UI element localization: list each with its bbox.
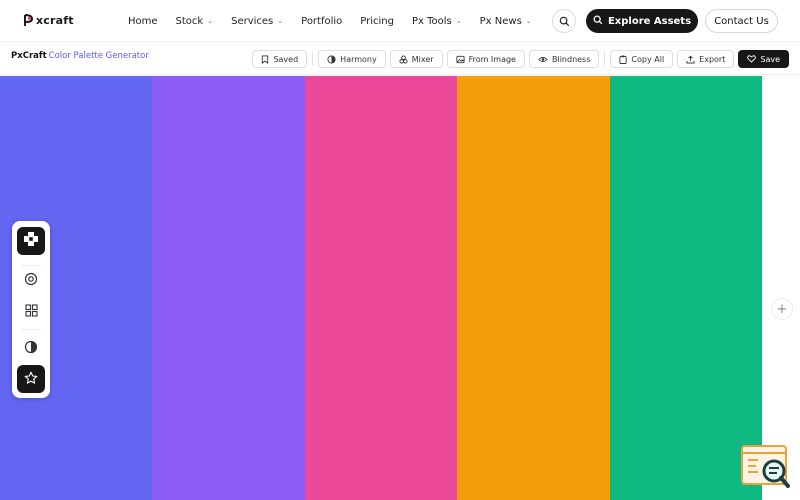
contrast-icon bbox=[24, 339, 38, 358]
chevron-down-icon: ⌄ bbox=[207, 17, 214, 25]
chevron-down-icon: ⌄ bbox=[277, 17, 284, 25]
nav-px-news[interactable]: Px News ⌄ bbox=[471, 16, 541, 27]
color-swatch-2[interactable] bbox=[152, 76, 305, 500]
support-search-icon bbox=[740, 445, 792, 494]
top-navigation: xcraft Home Stock ⌄ Services ⌄ Portfolio P… bbox=[0, 0, 800, 42]
nav-portfolio[interactable]: Portfolio bbox=[292, 16, 351, 27]
main-menu: Home Stock ⌄ Services ⌄ Portfolio Pricing … bbox=[119, 0, 541, 42]
chevron-down-icon: ⌄ bbox=[455, 17, 462, 25]
harmony-label: Harmony bbox=[340, 54, 377, 64]
mixer-button[interactable]: Mixer bbox=[389, 50, 443, 68]
page-title: PxCraft Color Palette Generator bbox=[11, 51, 149, 61]
logo-p-icon bbox=[24, 13, 34, 27]
nav-px-tools[interactable]: Px Tools ⌄ bbox=[403, 16, 471, 27]
explore-assets-button[interactable]: Explore Assets bbox=[586, 9, 698, 33]
nav-pricing[interactable]: Pricing bbox=[351, 16, 403, 27]
copy-all-label: Copy All bbox=[631, 54, 665, 64]
blindness-button[interactable]: Blindness bbox=[528, 50, 600, 68]
layout-button[interactable] bbox=[17, 297, 45, 325]
nav-services[interactable]: Services ⌄ bbox=[222, 16, 292, 27]
nav-home-label: Home bbox=[128, 15, 158, 27]
clipboard-icon bbox=[619, 55, 627, 64]
blindness-label: Blindness bbox=[551, 54, 591, 64]
search-icon bbox=[593, 15, 603, 28]
palette-logo-icon bbox=[21, 229, 41, 253]
export-button[interactable]: Export bbox=[677, 50, 735, 68]
chevron-down-icon: ⌄ bbox=[525, 17, 532, 25]
upload-icon bbox=[686, 55, 695, 64]
favorites-button[interactable] bbox=[17, 365, 45, 393]
harmony-button[interactable]: Harmony bbox=[318, 50, 386, 68]
mixer-label: Mixer bbox=[411, 54, 434, 64]
grid-icon bbox=[24, 302, 38, 321]
side-tool-panel bbox=[12, 221, 50, 398]
toolbar-divider bbox=[604, 52, 606, 66]
nav-services-label: Services bbox=[231, 15, 274, 27]
from-image-label: From Image bbox=[468, 54, 516, 64]
color-swatch-4[interactable] bbox=[457, 76, 610, 500]
save-button[interactable]: Save bbox=[738, 50, 789, 68]
panel-divider bbox=[21, 329, 41, 330]
nav-stock-label: Stock bbox=[175, 15, 204, 27]
search-icon bbox=[559, 12, 570, 31]
add-color-button[interactable]: + bbox=[771, 298, 793, 320]
explore-assets-label: Explore Assets bbox=[607, 15, 692, 27]
brand-name: PxCraft bbox=[11, 51, 47, 61]
help-widget[interactable] bbox=[740, 444, 792, 490]
logo-text: xcraft bbox=[36, 13, 74, 27]
from-image-button[interactable]: From Image bbox=[446, 50, 525, 68]
saved-button[interactable]: Saved bbox=[252, 50, 308, 68]
contrast-button[interactable] bbox=[17, 334, 45, 362]
settings-target-icon bbox=[24, 271, 38, 290]
palette-logo-button[interactable] bbox=[17, 227, 45, 255]
nav-portfolio-label: Portfolio bbox=[301, 15, 343, 27]
export-label: Export bbox=[699, 54, 726, 64]
palette-toolbar: PxCraft Color Palette Generator Saved Har… bbox=[0, 43, 800, 75]
nav-home[interactable]: Home bbox=[119, 16, 167, 27]
nav-px-news-label: Px News bbox=[479, 15, 522, 27]
mixer-icon bbox=[399, 54, 408, 64]
nav-stock[interactable]: Stock ⌄ bbox=[167, 16, 223, 27]
color-swatch-3[interactable] bbox=[304, 76, 458, 500]
brand-subtitle: Color Palette Generator bbox=[48, 51, 149, 61]
adjust-button[interactable] bbox=[17, 266, 45, 294]
copy-all-button[interactable]: Copy All bbox=[610, 50, 674, 68]
plus-icon: + bbox=[776, 301, 788, 317]
eye-icon bbox=[538, 55, 548, 64]
star-icon bbox=[24, 370, 38, 389]
contact-us-label: Contact Us bbox=[714, 15, 769, 27]
harmony-icon bbox=[327, 54, 336, 64]
logo[interactable]: xcraft bbox=[24, 13, 74, 27]
heart-icon bbox=[747, 55, 757, 63]
nav-px-tools-label: Px Tools bbox=[412, 15, 452, 27]
nav-pricing-label: Pricing bbox=[360, 15, 394, 27]
search-button[interactable] bbox=[552, 9, 576, 33]
contact-us-button[interactable]: Contact Us bbox=[705, 9, 778, 33]
image-icon bbox=[456, 55, 465, 64]
save-label: Save bbox=[760, 54, 780, 64]
toolbar-divider bbox=[312, 52, 314, 66]
palette-columns bbox=[0, 76, 762, 500]
bookmark-icon bbox=[261, 54, 269, 64]
color-swatch-5[interactable] bbox=[609, 76, 762, 500]
toolbar-actions: Saved Harmony Mixer From Image Blindness… bbox=[252, 50, 789, 68]
saved-label: Saved bbox=[273, 54, 299, 64]
